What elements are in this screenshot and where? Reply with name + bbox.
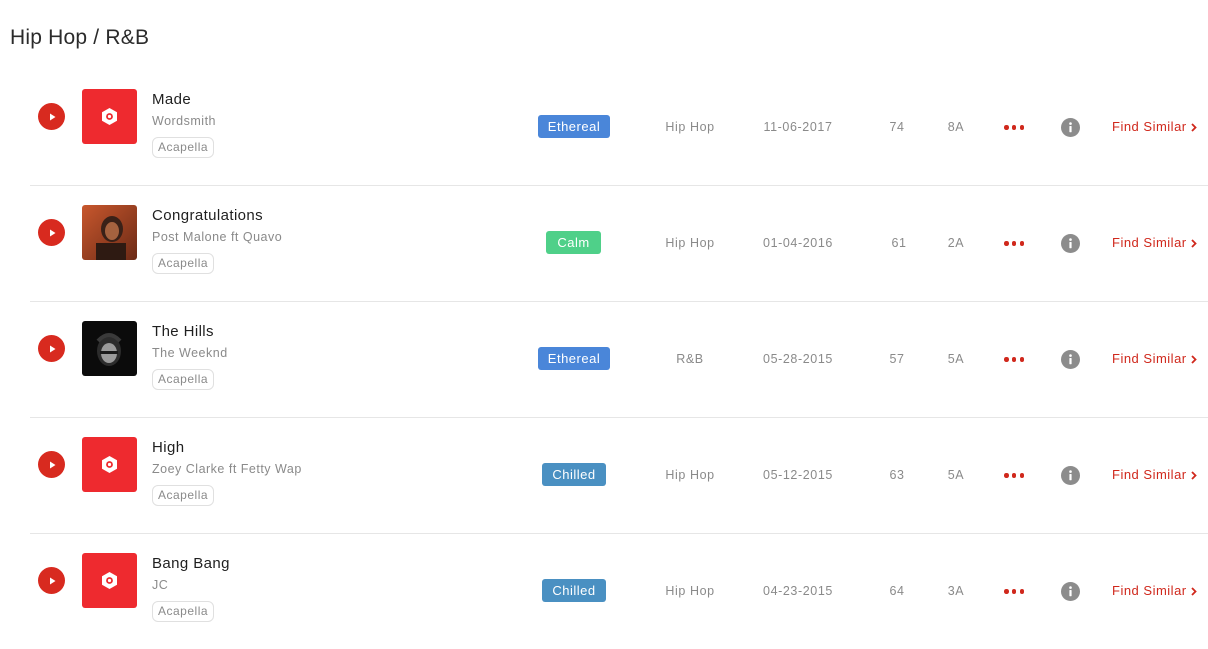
date-cell: 01-04-2016 xyxy=(763,236,833,250)
find-similar-button[interactable]: Find Similar xyxy=(1112,351,1197,366)
table-row: High Zoey Clarke ft Fetty Wap Acapella C… xyxy=(30,418,1208,534)
play-icon xyxy=(49,577,55,584)
album-art-the-hills xyxy=(82,321,137,376)
play-button[interactable] xyxy=(38,567,65,594)
find-similar-label: Find Similar xyxy=(1112,583,1187,598)
play-button[interactable] xyxy=(38,103,65,130)
find-similar-label: Find Similar xyxy=(1112,119,1187,134)
track-title[interactable]: The Hills xyxy=(152,323,214,340)
track-title[interactable]: Congratulations xyxy=(152,207,263,224)
play-icon xyxy=(49,113,55,120)
table-row: Made Wordsmith Acapella Ethereal Hip Hop… xyxy=(30,70,1208,186)
track-artist[interactable]: The Weeknd xyxy=(152,346,228,360)
genre-cell: R&B xyxy=(676,352,704,366)
mood-badge[interactable]: Calm xyxy=(546,231,601,254)
genre-cell: Hip Hop xyxy=(665,584,715,598)
ellipsis-icon[interactable] xyxy=(1004,357,1024,363)
track-artist[interactable]: Wordsmith xyxy=(152,114,216,128)
track-title[interactable]: Bang Bang xyxy=(152,555,230,572)
mood-badge[interactable]: Ethereal xyxy=(538,115,610,138)
play-button[interactable] xyxy=(38,335,65,362)
page-title: Hip Hop / R&B xyxy=(10,26,150,49)
key-cell: 3A xyxy=(947,584,965,598)
chevron-right-icon xyxy=(1190,239,1197,248)
find-similar-button[interactable]: Find Similar xyxy=(1112,583,1197,598)
key-cell: 2A xyxy=(947,236,965,250)
album-cover[interactable] xyxy=(82,205,137,260)
info-icon[interactable] xyxy=(1061,118,1080,137)
find-similar-label: Find Similar xyxy=(1112,467,1187,482)
find-similar-button[interactable]: Find Similar xyxy=(1112,119,1197,134)
genre-cell: Hip Hop xyxy=(665,236,715,250)
info-icon[interactable] xyxy=(1061,582,1080,601)
chevron-right-icon xyxy=(1190,123,1197,132)
bpm-cell: 61 xyxy=(891,236,907,250)
find-similar-button[interactable]: Find Similar xyxy=(1112,235,1197,250)
track-artist[interactable]: JC xyxy=(152,578,168,592)
mood-badge[interactable]: Ethereal xyxy=(538,347,610,370)
hexagon-logo-icon xyxy=(82,553,137,608)
table-row: Bang Bang JC Acapella Chilled Hip Hop 04… xyxy=(30,534,1208,649)
hexagon-logo-icon xyxy=(82,89,137,144)
bpm-cell: 57 xyxy=(889,352,905,366)
genre-cell: Hip Hop xyxy=(665,468,715,482)
info-icon[interactable] xyxy=(1061,350,1080,369)
mood-badge[interactable]: Chilled xyxy=(542,463,606,486)
key-cell: 8A xyxy=(947,120,965,134)
track-tag[interactable]: Acapella xyxy=(152,369,215,390)
play-button[interactable] xyxy=(38,219,65,246)
play-icon xyxy=(49,461,55,468)
genre-cell: Hip Hop xyxy=(665,120,715,134)
ellipsis-icon[interactable] xyxy=(1004,473,1024,479)
hexagon-logo-icon xyxy=(82,437,137,492)
date-cell: 05-28-2015 xyxy=(763,352,833,366)
track-tag[interactable]: Acapella xyxy=(152,137,215,158)
track-artist[interactable]: Zoey Clarke ft Fetty Wap xyxy=(152,462,302,476)
find-similar-label: Find Similar xyxy=(1112,235,1187,250)
chevron-right-icon xyxy=(1190,355,1197,364)
play-icon xyxy=(49,229,55,236)
chevron-right-icon xyxy=(1190,471,1197,480)
ellipsis-icon[interactable] xyxy=(1004,125,1024,131)
track-artist[interactable]: Post Malone ft Quavo xyxy=(152,230,282,244)
ellipsis-icon[interactable] xyxy=(1004,589,1024,595)
mood-badge[interactable]: Chilled xyxy=(542,579,606,602)
album-cover[interactable] xyxy=(82,437,137,492)
date-cell: 05-12-2015 xyxy=(763,468,833,482)
play-icon xyxy=(49,345,55,352)
track-tag[interactable]: Acapella xyxy=(152,253,215,274)
bpm-cell: 63 xyxy=(889,468,905,482)
bpm-cell: 64 xyxy=(889,584,905,598)
track-tag[interactable]: Acapella xyxy=(152,485,215,506)
album-cover[interactable] xyxy=(82,89,137,144)
track-tag[interactable]: Acapella xyxy=(152,601,215,622)
track-title[interactable]: Made xyxy=(152,91,191,108)
ellipsis-icon[interactable] xyxy=(1004,241,1024,247)
album-cover[interactable] xyxy=(82,321,137,376)
table-row: Congratulations Post Malone ft Quavo Aca… xyxy=(30,186,1208,302)
play-button[interactable] xyxy=(38,451,65,478)
table-row: The Hills The Weeknd Acapella Ethereal R… xyxy=(30,302,1208,418)
key-cell: 5A xyxy=(947,468,965,482)
album-art-congratulations xyxy=(82,205,137,260)
date-cell: 04-23-2015 xyxy=(763,584,833,598)
key-cell: 5A xyxy=(947,352,965,366)
find-similar-button[interactable]: Find Similar xyxy=(1112,467,1197,482)
bpm-cell: 74 xyxy=(889,120,905,134)
find-similar-label: Find Similar xyxy=(1112,351,1187,366)
track-title[interactable]: High xyxy=(152,439,184,456)
info-icon[interactable] xyxy=(1061,234,1080,253)
date-cell: 11-06-2017 xyxy=(763,120,833,134)
chevron-right-icon xyxy=(1190,587,1197,596)
album-cover[interactable] xyxy=(82,553,137,608)
info-icon[interactable] xyxy=(1061,466,1080,485)
track-list: Made Wordsmith Acapella Ethereal Hip Hop… xyxy=(30,70,1208,649)
